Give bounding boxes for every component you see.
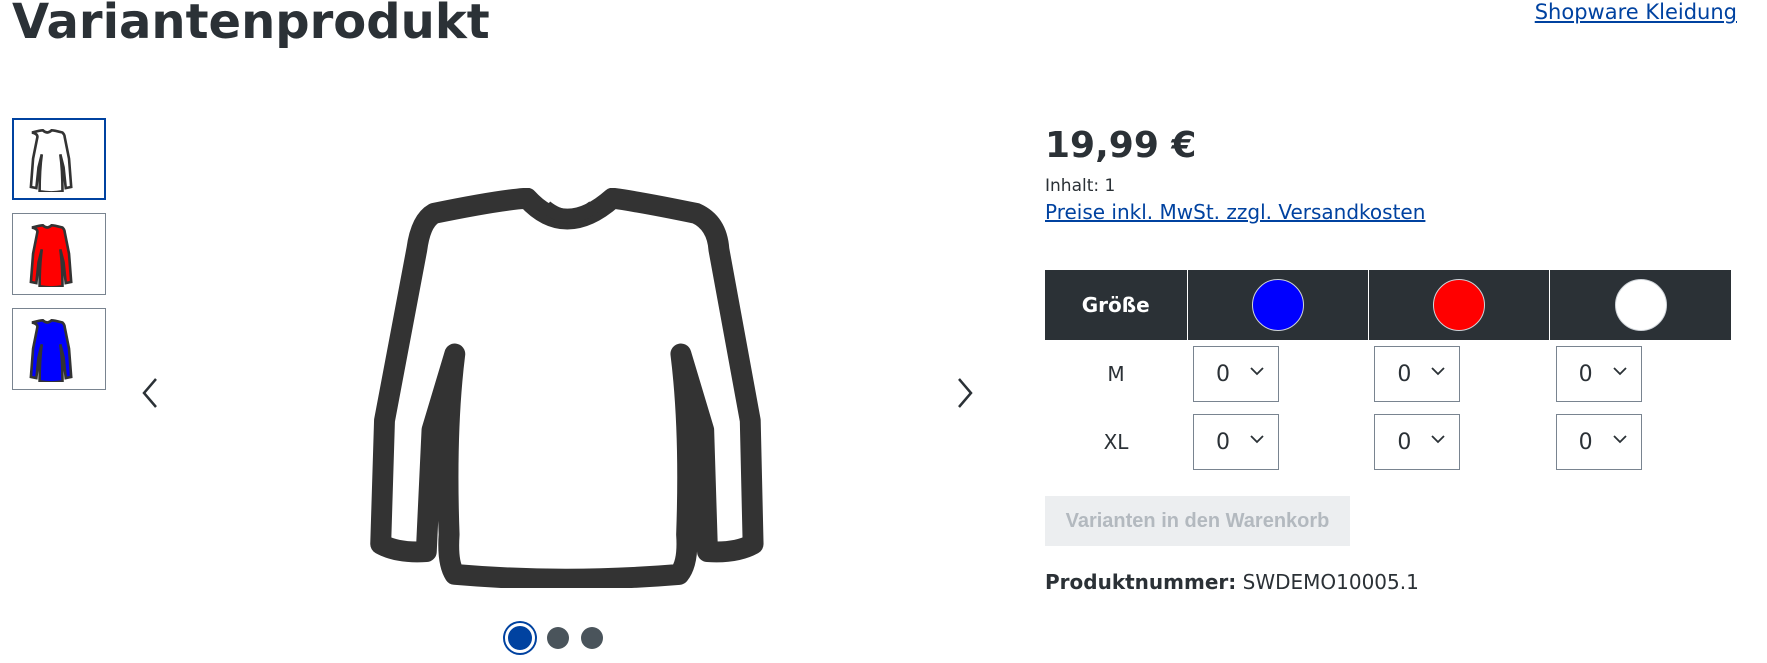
color-column-red: [1368, 270, 1551, 340]
size-column-header: Größe: [1045, 270, 1188, 340]
quantity-value: 0: [1397, 361, 1412, 387]
chevron-down-icon: [1613, 367, 1627, 376]
qty-cell: 0: [1187, 408, 1368, 476]
table-row: XL 0 0 0: [1045, 408, 1731, 476]
image-gallery: [125, 118, 985, 663]
product-number-value: SWDEMO10005.1: [1242, 570, 1419, 594]
quantity-select[interactable]: 0: [1193, 414, 1279, 470]
chevron-left-icon: [142, 378, 157, 408]
color-swatch-white: [1614, 279, 1667, 331]
color-column-white: [1549, 270, 1731, 340]
add-variants-to-cart-button[interactable]: Varianten in den Warenkorb: [1045, 496, 1350, 546]
chevron-down-icon: [1431, 435, 1445, 444]
buy-box: 19,99 € Inhalt: 1 Preise inkl. MwSt. zzg…: [1045, 118, 1735, 594]
shirt-icon: [29, 224, 73, 287]
quantity-select[interactable]: 0: [1555, 346, 1642, 402]
quantity-value: 0: [1216, 361, 1230, 387]
color-swatch-blue: [1251, 279, 1304, 331]
shirt-icon: [370, 187, 764, 590]
thumbnail-list: [12, 118, 106, 403]
content-info: Inhalt: 1: [1045, 176, 1116, 196]
product-main-image: [365, 187, 765, 590]
variant-matrix-table: Größe M 0 0 0 XL 0 0 0: [1045, 270, 1731, 476]
shirt-icon: [29, 129, 73, 192]
thumbnail-white-shirt[interactable]: [12, 118, 106, 200]
product-price: 19,99 €: [1045, 125, 1197, 166]
qty-cell: 0: [1187, 340, 1368, 408]
chevron-down-icon: [1250, 435, 1264, 444]
chevron-right-icon: [958, 378, 973, 408]
page-title: Variantenprodukt: [12, 0, 490, 50]
color-swatch-red: [1432, 279, 1485, 331]
product-number: Produktnummer: SWDEMO10005.1: [1045, 570, 1419, 594]
quantity-value: 0: [1578, 429, 1593, 455]
qty-cell: 0: [1368, 340, 1549, 408]
quantity-select[interactable]: 0: [1374, 414, 1461, 470]
gallery-dot-1[interactable]: [505, 623, 535, 653]
gallery-dots: [505, 623, 603, 653]
size-label: XL: [1103, 430, 1129, 454]
qty-cell: 0: [1368, 408, 1549, 476]
thumbnail-blue-shirt[interactable]: [12, 308, 106, 390]
quantity-value: 0: [1578, 361, 1593, 387]
quantity-select[interactable]: 0: [1555, 414, 1642, 470]
chevron-down-icon: [1431, 367, 1445, 376]
manufacturer-link[interactable]: Shopware Kleidung: [1535, 0, 1737, 24]
quantity-select[interactable]: 0: [1374, 346, 1461, 402]
quantity-value: 0: [1216, 429, 1230, 455]
table-row: M 0 0 0: [1045, 340, 1731, 408]
gallery-dot-2[interactable]: [547, 627, 569, 649]
qty-cell: 0: [1550, 408, 1731, 476]
product-number-label: Produktnummer:: [1045, 570, 1237, 594]
shirt-icon: [29, 319, 73, 382]
matrix-header-row: Größe: [1045, 270, 1731, 340]
chevron-down-icon: [1250, 367, 1264, 376]
quantity-select[interactable]: 0: [1193, 346, 1279, 402]
thumbnail-red-shirt[interactable]: [12, 213, 106, 295]
quantity-value: 0: [1397, 429, 1412, 455]
chevron-down-icon: [1613, 435, 1627, 444]
gallery-dot-3[interactable]: [581, 627, 603, 649]
qty-cell: 0: [1550, 340, 1731, 408]
tax-shipping-link[interactable]: Preise inkl. MwSt. zzgl. Versandkosten: [1045, 200, 1425, 224]
size-label: M: [1107, 362, 1125, 386]
gallery-prev-button[interactable]: [130, 373, 170, 413]
gallery-next-button[interactable]: [945, 373, 985, 413]
color-column-blue: [1187, 270, 1369, 340]
